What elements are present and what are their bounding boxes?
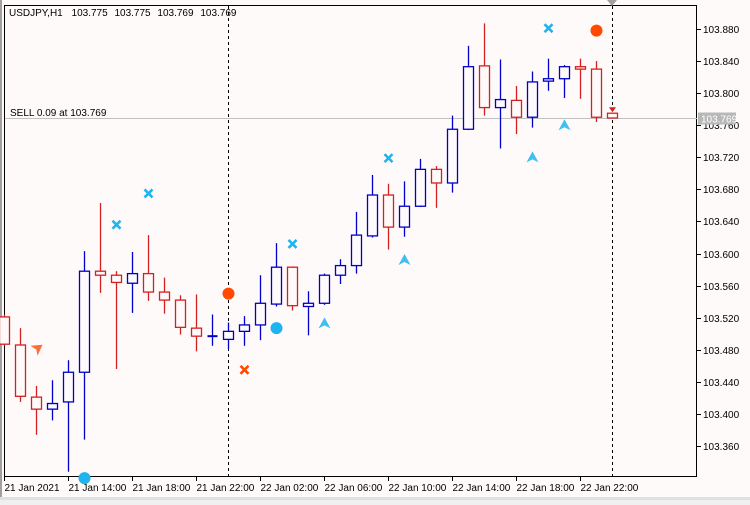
y-tick-label: 103.600: [703, 250, 740, 261]
x-tick-label: 21 Jan 18:00: [133, 483, 191, 494]
y-tick-label: 103.480: [703, 346, 740, 357]
candle-body: [366, 194, 379, 237]
candle-body: [398, 205, 411, 228]
candle-body: [30, 396, 43, 410]
cross-marker-icon: [239, 364, 250, 375]
candle-body: [190, 327, 203, 337]
arrow-up-marker-icon: [398, 253, 411, 265]
candle-body: [462, 66, 475, 130]
y-tick-label: 103.640: [703, 217, 740, 228]
candle-body: [174, 299, 187, 328]
candle-body: [382, 194, 395, 228]
candle-body: [142, 272, 155, 293]
arrow-up-marker-icon: [318, 317, 331, 329]
symbol-timeframe: USDJPY,H1: [9, 8, 63, 19]
y-tick-label: 103.800: [703, 89, 740, 100]
x-tick-label: 21 Jan 2021: [5, 483, 60, 494]
price-chart[interactable]: 103.880103.840103.800103.760103.720103.6…: [0, 0, 750, 500]
x-tick-label: 22 Jan 22:00: [581, 483, 639, 494]
candle-body: [318, 274, 331, 304]
candle-body: [430, 168, 443, 184]
candle-body: [94, 270, 107, 276]
window-left-border: [0, 0, 2, 500]
y-tick-label: 103.680: [703, 185, 740, 196]
y-tick-label: 103.520: [703, 314, 740, 325]
x-tick-label: 21 Jan 22:00: [197, 483, 255, 494]
candle-body: [110, 274, 123, 284]
candle-body: [590, 68, 603, 118]
x-tick-label: 21 Jan 14:00: [69, 483, 127, 494]
x-tick-label: 22 Jan 02:00: [261, 483, 319, 494]
x-tick-label: 22 Jan 14:00: [453, 483, 511, 494]
candle-body: [446, 128, 459, 184]
arrow-up-marker-icon: [526, 151, 539, 163]
candle-body: [0, 316, 11, 345]
candle-body: [46, 402, 59, 410]
candle-body: [126, 272, 139, 284]
header-low: 103.769: [157, 8, 194, 19]
arrow-down-marker-icon: [30, 344, 43, 356]
sell-arrow-icon: [609, 107, 616, 113]
y-tick-label: 103.400: [703, 410, 740, 421]
candle-body: [14, 344, 27, 397]
circle-marker-icon: [222, 287, 235, 300]
cross-marker-icon: [143, 188, 154, 199]
y-tick-label: 103.560: [703, 282, 740, 293]
header-open: 103.775: [72, 8, 109, 19]
candle-body: [222, 330, 235, 341]
order-line-label: SELL 0.09 at 103.769: [10, 108, 107, 119]
candle-body: [78, 270, 91, 373]
y-tick-label: 103.440: [703, 378, 740, 389]
cross-marker-icon: [287, 239, 298, 249]
y-tick-label: 103.360: [703, 442, 740, 453]
header-high: 103.775: [114, 8, 151, 19]
candle-body: [270, 266, 283, 305]
candle-body: [286, 266, 299, 307]
candle-body: [542, 78, 555, 82]
candle-body: [238, 324, 251, 333]
candle-body: [494, 98, 507, 109]
cross-marker-icon: [383, 153, 394, 164]
candle-body: [574, 66, 587, 70]
candle-body: [158, 291, 171, 301]
chart-window[interactable]: 103.880 103.840 103.800 103.760 103.720 103.6…: [0, 0, 750, 500]
candle-body: [254, 302, 267, 326]
arrow-up-marker-icon: [558, 119, 571, 131]
y-tick-label: 103.720: [703, 153, 740, 164]
candle-body: [302, 302, 315, 308]
x-tick-label: 22 Jan 10:00: [389, 483, 447, 494]
candle-body: [510, 99, 523, 118]
x-tick-label: 22 Jan 06:00: [325, 483, 383, 494]
candle-body: [350, 234, 363, 267]
candle-body: [478, 65, 491, 109]
chart-header: USDJPY,H1 103.775 103.775 103.769 103.76…: [9, 8, 237, 19]
candle-body: [606, 112, 619, 119]
x-tick-label: 22 Jan 18:00: [517, 483, 575, 494]
y-tick-label: 103.880: [703, 25, 740, 36]
candle-body: [526, 81, 539, 118]
candle-body: [414, 168, 427, 207]
cross-marker-icon: [111, 219, 122, 230]
circle-marker-icon: [590, 24, 603, 37]
candle-body: [558, 66, 571, 80]
circle-marker-icon: [270, 322, 283, 335]
header-close: 103.769: [200, 8, 237, 19]
candle-body: [62, 371, 75, 403]
candle-body: [334, 264, 347, 276]
y-tick-label: 103.840: [703, 57, 740, 68]
cross-marker-icon: [543, 23, 554, 34]
current-price-label: 103.769: [701, 115, 738, 126]
